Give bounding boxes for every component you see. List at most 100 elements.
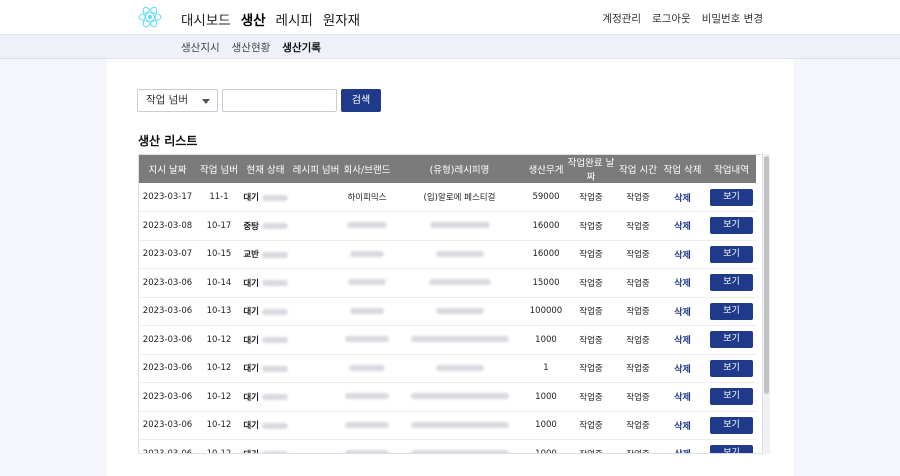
scrollbar-thumb[interactable] — [764, 156, 769, 394]
delete-button[interactable]: 삭제 — [674, 450, 691, 453]
recipe-number — [289, 297, 343, 326]
search-button[interactable]: 검색 — [341, 89, 381, 112]
work-time: 작업중 — [626, 421, 650, 432]
history-cell: 보기 — [707, 212, 756, 241]
subnav-production-order[interactable]: 생산지시 — [181, 40, 220, 55]
delete-cell: 삭제 — [658, 269, 707, 298]
redacted-state-detail — [261, 365, 288, 372]
redacted-company — [348, 279, 386, 286]
company-brand — [343, 383, 391, 412]
view-button[interactable]: 보기 — [710, 416, 753, 434]
nav-recipe[interactable]: 레시피 — [276, 9, 313, 29]
delete-cell: 삭제 — [658, 297, 707, 326]
redacted-company — [350, 307, 384, 314]
order-date: 2023-03-07 — [142, 249, 193, 260]
search-filter: 작업 넘버 검색 — [137, 89, 381, 112]
completion-date: 작업중 — [579, 392, 603, 403]
table-row[interactable]: 2023-03-0610-12대기 1000작업중작업중삭제보기 — [139, 440, 756, 454]
table-row[interactable]: 2023-03-06 10-13 대기 100000 작업중 작업중 삭제 보기 — [139, 297, 756, 326]
recipe-number — [289, 440, 343, 454]
delete-button[interactable]: 삭제 — [674, 393, 691, 403]
redacted-company — [345, 393, 389, 400]
subnav-production-status[interactable]: 생산현황 — [232, 40, 271, 55]
history-cell: 보기 — [707, 240, 756, 269]
user-nav: 계정관리 로그아웃 비밀번호 변경 — [602, 11, 763, 26]
col-header: 작업 시간 — [619, 165, 657, 176]
nav-dashboard[interactable]: 대시보드 — [181, 9, 231, 29]
view-button[interactable]: 보기 — [710, 359, 753, 377]
col-header: 작업 삭제 — [663, 165, 702, 176]
delete-cell: 삭제 — [658, 326, 707, 355]
job-number: 10-13 — [206, 306, 232, 317]
view-button[interactable]: 보기 — [710, 274, 753, 292]
production-weight: 16000 — [532, 249, 560, 260]
recipe-name: (입)알로에 페스티걸 — [391, 183, 528, 212]
delete-button[interactable]: 삭제 — [674, 336, 691, 346]
table-row[interactable]: 2023-03-06 10-12 대기 1 작업중 작업중 삭제 보기 — [139, 354, 756, 383]
table-row[interactable]: 2023-03-06 10-14 대기 15000 작업중 작업중 삭제 보기 — [139, 269, 756, 298]
job-number: 10-12 — [206, 420, 232, 431]
delete-button[interactable]: 삭제 — [674, 422, 691, 432]
view-button[interactable]: 보기 — [710, 445, 753, 453]
table-row[interactable]: 2023-03-0610-12대기 1000작업중작업중삭제보기 — [139, 383, 756, 412]
search-field-select[interactable]: 작업 넘버 — [137, 89, 218, 112]
search-input[interactable] — [222, 89, 337, 112]
current-state: 대기 — [242, 440, 289, 453]
react-logo-icon[interactable] — [138, 5, 162, 29]
production-weight: 1000 — [535, 391, 557, 402]
table-scrollbar[interactable] — [763, 154, 770, 454]
state-label: 대기 — [243, 364, 259, 375]
subnav-production-log[interactable]: 생산기록 — [282, 40, 321, 55]
delete-button[interactable]: 삭제 — [674, 251, 691, 261]
delete-cell: 삭제 — [658, 212, 707, 241]
col-header: (유형)레시피명 — [429, 165, 490, 176]
work-time: 작업중 — [626, 250, 650, 261]
delete-button[interactable]: 삭제 — [674, 365, 691, 375]
nav-production[interactable]: 생산 — [241, 9, 266, 29]
redacted-recipe — [410, 336, 509, 343]
recipe-name — [391, 240, 528, 269]
delete-button[interactable]: 삭제 — [674, 222, 691, 232]
nav-materials[interactable]: 원자재 — [323, 9, 360, 29]
company-brand — [343, 411, 391, 440]
delete-cell: 삭제 — [658, 411, 707, 440]
current-state: 교반 — [242, 240, 289, 269]
redacted-recipe — [410, 421, 509, 428]
redacted-recipe — [435, 307, 484, 314]
view-button[interactable]: 보기 — [710, 388, 753, 406]
view-button[interactable]: 보기 — [710, 188, 753, 206]
job-number: 10-12 — [206, 391, 232, 402]
production-table: 지시 날짜 작업 넘버 현재 상태 레시피 넘버 회사/브랜드 (유형)레시피명… — [138, 154, 763, 454]
delete-button[interactable]: 삭제 — [674, 194, 691, 204]
completion-date: 작업중 — [579, 307, 603, 318]
view-button[interactable]: 보기 — [710, 217, 753, 235]
work-time: 작업중 — [626, 364, 650, 375]
change-password-link[interactable]: 비밀번호 변경 — [702, 11, 763, 26]
job-number: 10-12 — [206, 334, 232, 345]
work-time: 작업중 — [626, 193, 650, 203]
job-number: 11-1 — [209, 192, 229, 202]
view-button[interactable]: 보기 — [710, 331, 753, 349]
delete-button[interactable]: 삭제 — [674, 279, 691, 289]
table-row[interactable]: 2023-03-0610-12대기 1000작업중작업중삭제보기 — [139, 411, 756, 440]
table-row[interactable]: 2023-03-07 10-15 교반 16000 작업중 작업중 삭제 보기 — [139, 240, 756, 269]
current-state: 중탕 — [242, 212, 289, 241]
company-brand — [343, 212, 391, 241]
table-row[interactable]: 2023-03-17 11-1 대기 하이피믹스 (입)알로에 페스티걸 59000 작업… — [139, 183, 756, 212]
history-cell: 보기 — [707, 354, 756, 383]
redacted-company — [349, 364, 385, 371]
delete-button[interactable]: 삭제 — [674, 308, 691, 318]
chevron-down-icon — [202, 99, 210, 104]
col-header: 작업 넘버 — [200, 165, 238, 176]
current-state: 대기 — [242, 383, 289, 412]
delete-cell: 삭제 — [658, 183, 707, 212]
table-row[interactable]: 2023-03-08 10-17 중탕 16000 작업중 작업중 삭제 보기 — [139, 212, 756, 241]
view-button[interactable]: 보기 — [710, 245, 753, 263]
logout-link[interactable]: 로그아웃 — [652, 11, 691, 26]
state-label: 대기 — [243, 335, 259, 346]
view-button[interactable]: 보기 — [710, 302, 753, 320]
recipe-number — [289, 183, 343, 212]
table-row[interactable]: 2023-03-0610-12대기 1000작업중작업중삭제보기 — [139, 326, 756, 355]
company-brand — [343, 326, 391, 355]
account-settings-link[interactable]: 계정관리 — [602, 11, 641, 26]
